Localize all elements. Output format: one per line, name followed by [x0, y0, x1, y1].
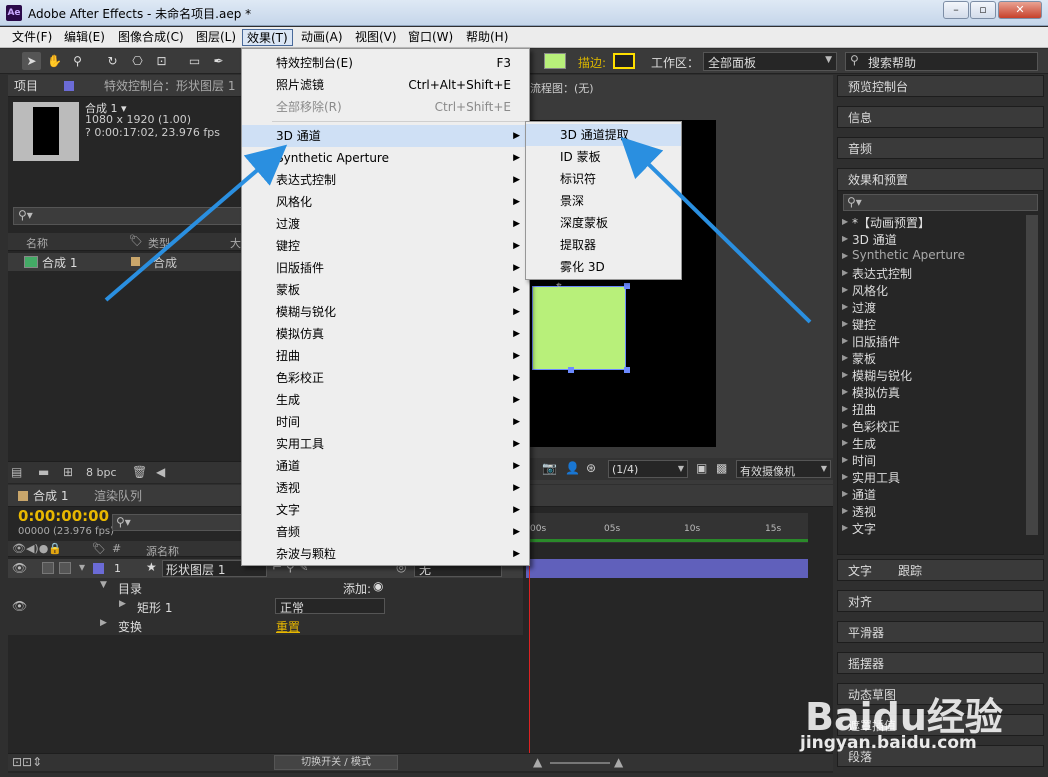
annotation-arrows: [104, 136, 812, 324]
annotation-arrow-right: [620, 136, 812, 324]
baidu-watermark-url: jingyan.baidu.com: [800, 733, 977, 753]
annotation-arrow-left: [104, 144, 288, 302]
